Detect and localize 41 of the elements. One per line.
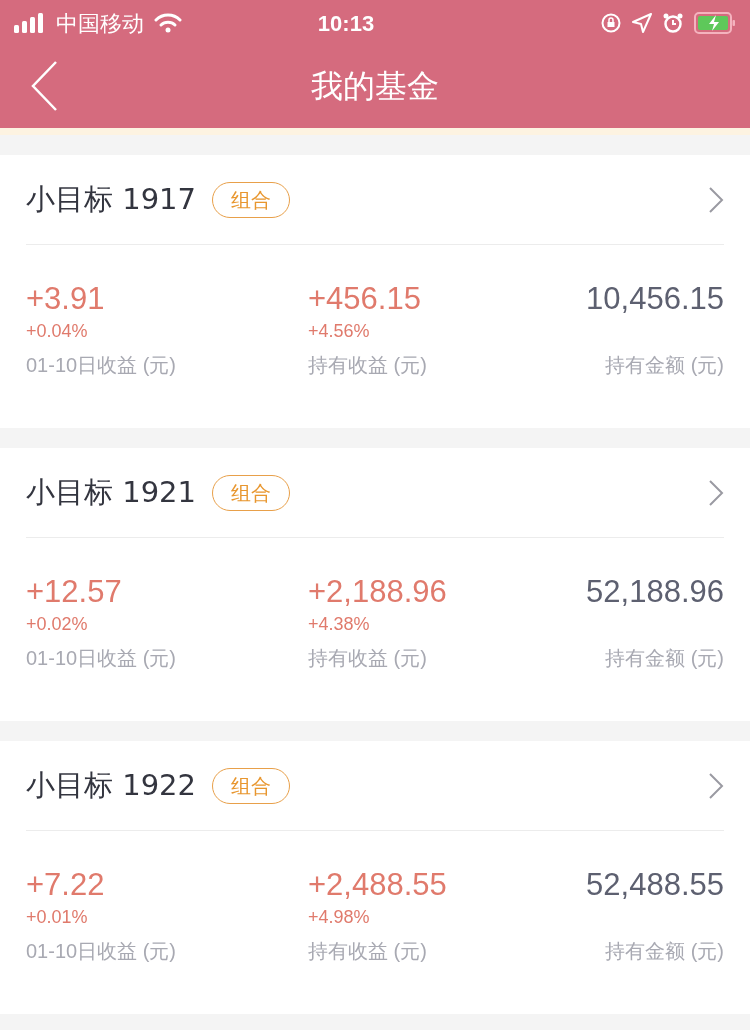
amount-value: +2,188.96: [308, 573, 447, 611]
percent-change: +0.01%: [26, 906, 88, 929]
rotation-lock-icon: [600, 12, 622, 34]
percent-change: +0.02%: [26, 613, 88, 636]
percent-change: +4.56%: [308, 320, 370, 343]
wifi-icon: [154, 13, 182, 33]
amount-value: +3.91: [26, 280, 105, 318]
stat-label: 01-10日收益 (元): [26, 353, 177, 378]
battery-icon: [694, 12, 736, 34]
chevron-right-icon: [708, 478, 724, 507]
stat-label: 持有收益 (元): [308, 646, 427, 671]
amount-value: 52,188.96: [586, 573, 724, 611]
chevron-right-icon: [708, 185, 724, 214]
carrier-name: 中国移动: [56, 9, 144, 38]
fund-name: 小目标 1917: [26, 180, 197, 218]
percent-change: +4.98%: [308, 906, 370, 929]
chevron-right-icon: [708, 771, 724, 800]
amount-value: +456.15: [308, 280, 421, 318]
amount-value: 52,488.55: [586, 866, 724, 904]
stat-label: 持有收益 (元): [308, 939, 427, 964]
fund-name: 小目标 1921: [26, 473, 197, 511]
stat-label: 持有金额 (元): [605, 939, 724, 964]
fund-card[interactable]: 小目标 1917 组合 +3.91 +0.04% 01-10日收益 (元) +456.15 +4.56% 持有收益 (元) 10,456.15 持有金额 (元): [0, 155, 750, 428]
percent-change: +0.04%: [26, 320, 88, 343]
percent-change: +4.38%: [308, 613, 370, 636]
page-title: 我的基金: [311, 66, 439, 107]
location-icon: [632, 13, 652, 33]
amount-value: 10,456.15: [586, 280, 724, 318]
fund-card[interactable]: 小目标 1921 组合 +12.57 +0.02% 01-10日收益 (元) +2,188.96 +4.38% 持有收益 (元) 52,188.96 持有金额 (元): [0, 448, 750, 721]
amount-value: +12.57: [26, 573, 122, 611]
stat-label: 持有金额 (元): [605, 353, 724, 378]
amount-value: +2,488.55: [308, 866, 447, 904]
alarm-icon: [662, 12, 684, 34]
stat-label: 01-10日收益 (元): [26, 646, 177, 671]
amount-value: +7.22: [26, 866, 105, 904]
stat-label: 01-10日收益 (元): [26, 939, 177, 964]
fund-name: 小目标 1922: [26, 766, 197, 804]
stat-label: 持有收益 (元): [308, 353, 427, 378]
stat-label: 持有金额 (元): [605, 646, 724, 671]
status-time: 10:13: [317, 9, 375, 38]
fund-card[interactable]: 小目标 1922 组合 +7.22 +0.01% 01-10日收益 (元) +2,488.55 +4.98% 持有收益 (元) 52,488.55 持有金额 (元): [0, 741, 750, 1014]
